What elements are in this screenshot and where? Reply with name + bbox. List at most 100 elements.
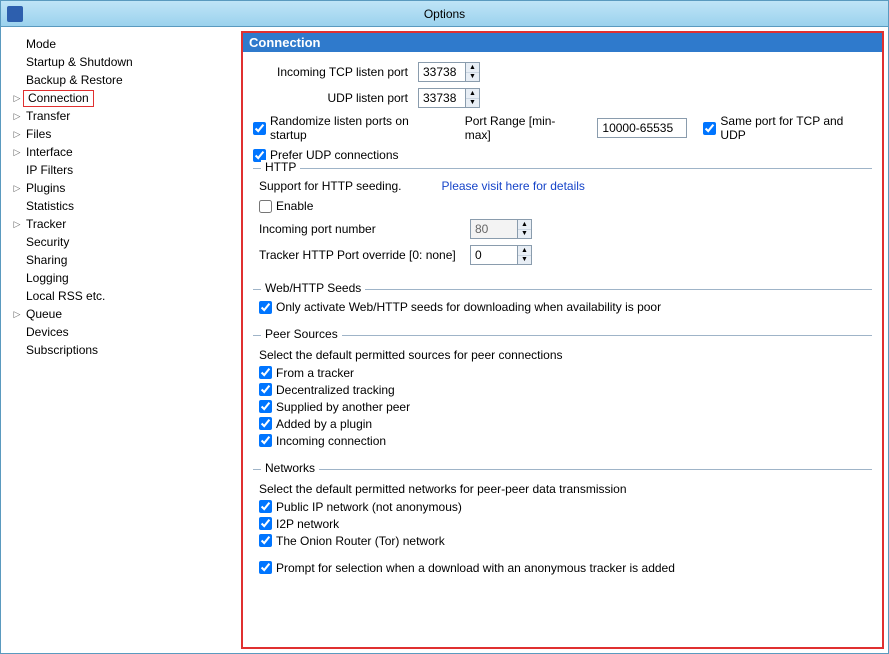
same-port-input[interactable] <box>703 122 716 135</box>
peer-source-input[interactable] <box>259 417 272 430</box>
spin-up-icon[interactable]: ▲ <box>466 63 479 73</box>
http-support-text: Support for HTTP seeding. <box>259 179 402 193</box>
peer-source-label: Incoming connection <box>276 434 386 448</box>
http-override-input[interactable] <box>471 246 517 264</box>
spin-down-icon[interactable]: ▼ <box>518 230 531 239</box>
network-checkbox[interactable]: The Onion Router (Tor) network <box>259 534 866 548</box>
networks-desc: Select the default permitted networks fo… <box>259 482 866 496</box>
peer-source-checkbox[interactable]: Incoming connection <box>259 434 866 448</box>
spin-down-icon[interactable]: ▼ <box>518 256 531 265</box>
expander-icon[interactable]: ▷ <box>11 143 23 161</box>
randomize-checkbox[interactable]: Randomize listen ports on startup <box>253 114 449 142</box>
expander-icon[interactable]: ▷ <box>11 125 23 143</box>
sidebar-item-devices[interactable]: Devices <box>11 323 237 341</box>
label-udp-port: UDP listen port <box>253 91 408 105</box>
sidebar-item-label: Security <box>23 233 72 251</box>
sidebar-item-label: Interface <box>23 143 76 161</box>
webseeds-only-input[interactable] <box>259 301 272 314</box>
row-udp-port: UDP listen port ▲ ▼ <box>253 88 872 108</box>
spin-up-icon[interactable]: ▲ <box>466 89 479 99</box>
same-port-checkbox[interactable]: Same port for TCP and UDP <box>703 114 872 142</box>
expander-icon[interactable]: ▷ <box>11 305 23 323</box>
sidebar-item-statistics[interactable]: Statistics <box>11 197 237 215</box>
udp-port-input[interactable] <box>419 89 465 107</box>
sidebar-item-label: Sharing <box>23 251 70 269</box>
row-http-override: Tracker HTTP Port override [0: none] ▲ ▼ <box>259 245 866 265</box>
sidebar-item-subscriptions[interactable]: Subscriptions <box>11 341 237 359</box>
expander-icon[interactable]: ▷ <box>11 179 23 197</box>
tcp-port-spinner[interactable]: ▲ ▼ <box>418 62 480 82</box>
peer-source-checkbox[interactable]: Supplied by another peer <box>259 400 866 414</box>
legend-webseeds: Web/HTTP Seeds <box>261 281 365 295</box>
peer-source-input[interactable] <box>259 434 272 447</box>
group-peer-sources: Peer Sources Select the default permitte… <box>253 335 872 455</box>
spin-down-icon[interactable]: ▼ <box>466 99 479 108</box>
http-enable-checkbox[interactable]: Enable <box>259 199 313 213</box>
sidebar-item-security[interactable]: Security <box>11 233 237 251</box>
sidebar-item-interface[interactable]: ▷Interface <box>11 143 237 161</box>
sidebar-item-ip-filters[interactable]: IP Filters <box>11 161 237 179</box>
networks-prompt-input[interactable] <box>259 561 272 574</box>
sidebar-item-startup-shutdown[interactable]: Startup & Shutdown <box>11 53 237 71</box>
spin-up-icon[interactable]: ▲ <box>518 246 531 256</box>
peer-source-checkbox[interactable]: From a tracker <box>259 366 866 380</box>
peer-source-input[interactable] <box>259 400 272 413</box>
network-input[interactable] <box>259 534 272 547</box>
tcp-port-input[interactable] <box>419 63 465 81</box>
spin-up-icon[interactable]: ▲ <box>518 220 531 230</box>
sidebar-item-label: IP Filters <box>23 161 76 179</box>
http-override-spinner[interactable]: ▲ ▼ <box>470 245 532 265</box>
http-incoming-input <box>471 220 517 238</box>
sidebar-item-backup-restore[interactable]: Backup & Restore <box>11 71 237 89</box>
expander-icon[interactable]: ▷ <box>11 215 23 233</box>
legend-peer-sources: Peer Sources <box>261 327 342 341</box>
randomize-input[interactable] <box>253 122 266 135</box>
http-details-link[interactable]: Please visit here for details <box>442 179 585 193</box>
spin-down-icon[interactable]: ▼ <box>466 73 479 82</box>
sidebar-item-connection[interactable]: ▷Connection <box>11 89 237 107</box>
sidebar-item-label: Tracker <box>23 215 69 233</box>
network-label: I2P network <box>276 517 339 531</box>
peer-source-label: Added by a plugin <box>276 417 372 431</box>
sidebar-item-label: Startup & Shutdown <box>23 53 136 71</box>
expander-icon[interactable]: ▷ <box>11 107 23 125</box>
legend-http: HTTP <box>261 160 300 174</box>
sidebar-item-tracker[interactable]: ▷Tracker <box>11 215 237 233</box>
sidebar-item-sharing[interactable]: Sharing <box>11 251 237 269</box>
udp-port-spinner[interactable]: ▲ ▼ <box>418 88 480 108</box>
sidebar-item-logging[interactable]: Logging <box>11 269 237 287</box>
sidebar-item-label: Local RSS etc. <box>23 287 108 305</box>
network-label: The Onion Router (Tor) network <box>276 534 445 548</box>
sidebar-item-queue[interactable]: ▷Queue <box>11 305 237 323</box>
sidebar-item-transfer[interactable]: ▷Transfer <box>11 107 237 125</box>
network-input[interactable] <box>259 500 272 513</box>
sidebar-item-files[interactable]: ▷Files <box>11 125 237 143</box>
app-icon <box>7 6 23 22</box>
networks-list: Public IP network (not anonymous) I2P net… <box>259 500 866 548</box>
options-window: Options ModeStartup & ShutdownBackup & R… <box>0 0 889 654</box>
sidebar-item-label: Logging <box>23 269 72 287</box>
http-enable-input[interactable] <box>259 200 272 213</box>
sidebar-item-mode[interactable]: Mode <box>11 35 237 53</box>
randomize-label: Randomize listen ports on startup <box>270 114 449 142</box>
sidebar-item-label: Subscriptions <box>23 341 101 359</box>
row-tcp-port: Incoming TCP listen port ▲ ▼ <box>253 62 872 82</box>
peer-source-checkbox[interactable]: Added by a plugin <box>259 417 866 431</box>
peer-source-checkbox[interactable]: Decentralized tracking <box>259 383 866 397</box>
network-label: Public IP network (not anonymous) <box>276 500 462 514</box>
port-range-input[interactable] <box>597 118 687 138</box>
sidebar-item-plugins[interactable]: ▷Plugins <box>11 179 237 197</box>
sidebar-item-local-rss-etc-[interactable]: Local RSS etc. <box>11 287 237 305</box>
network-input[interactable] <box>259 517 272 530</box>
network-checkbox[interactable]: Public IP network (not anonymous) <box>259 500 866 514</box>
http-enable-label: Enable <box>276 199 313 213</box>
networks-prompt-checkbox[interactable]: Prompt for selection when a download wit… <box>259 561 675 575</box>
network-checkbox[interactable]: I2P network <box>259 517 866 531</box>
webseeds-only-checkbox[interactable]: Only activate Web/HTTP seeds for downloa… <box>259 300 661 314</box>
peer-source-input[interactable] <box>259 366 272 379</box>
http-incoming-spinner[interactable]: ▲ ▼ <box>470 219 532 239</box>
sidebar-item-label: Connection <box>23 90 94 107</box>
expander-icon[interactable]: ▷ <box>11 89 23 107</box>
connection-panel: Connection Incoming TCP listen port ▲ ▼ <box>241 31 884 649</box>
peer-source-input[interactable] <box>259 383 272 396</box>
